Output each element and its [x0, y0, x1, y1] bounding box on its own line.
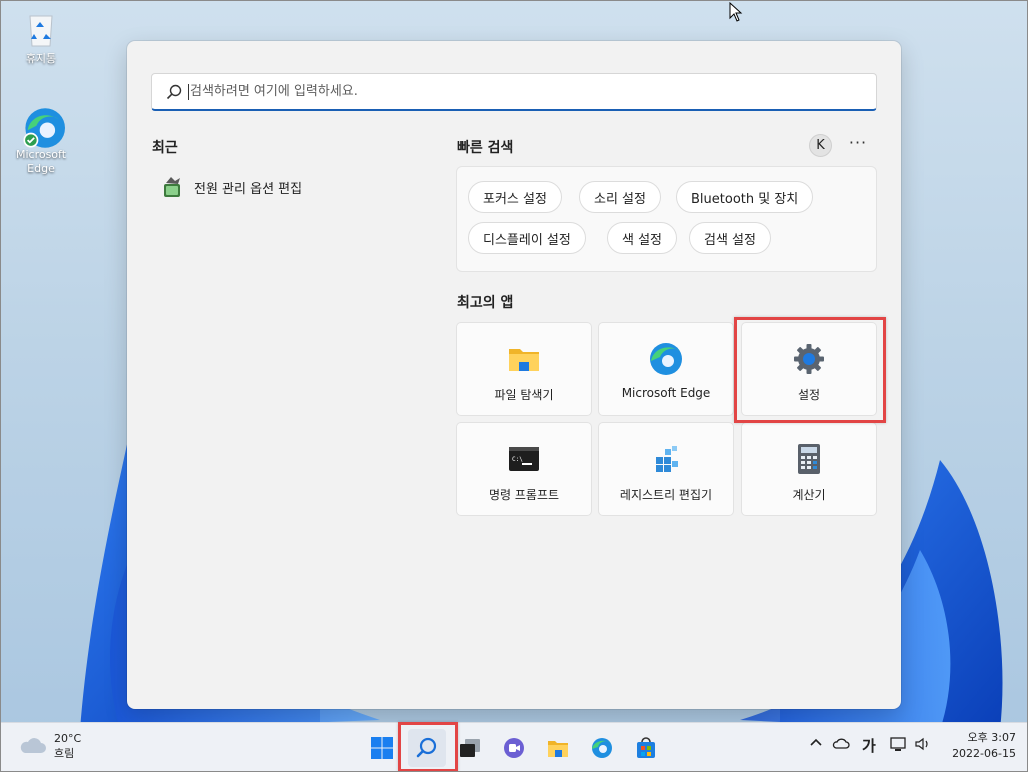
chat-icon: [504, 738, 524, 758]
registry-icon: [656, 446, 678, 472]
app-tile-label: 설정: [797, 388, 821, 402]
edge-icon: [21, 106, 65, 148]
file-explorer-button[interactable]: [539, 729, 577, 767]
app-tile-file-explorer[interactable]: 파일 탐색기: [456, 322, 592, 416]
taskbar: 20°C 흐림 가 오후 3:07 2022-06-15: [0, 722, 1028, 772]
task-view-icon: [460, 739, 480, 757]
clock[interactable]: 오후 3:07 2022-06-15: [942, 730, 1016, 762]
edge-icon: [592, 738, 612, 758]
desktop-icon-edge[interactable]: Microsoft Edge: [11, 106, 71, 176]
quick-search-box: 포커스 설정 소리 설정 Bluetooth 및 장치 디스플레이 설정 색 설…: [456, 166, 877, 272]
chat-button[interactable]: [495, 729, 533, 767]
taskbar-search-button[interactable]: [408, 729, 446, 767]
start-icon: [371, 737, 393, 759]
start-button[interactable]: [363, 729, 401, 767]
chip-color-settings[interactable]: 색 설정: [607, 222, 678, 254]
tray-overflow-button[interactable]: [809, 735, 823, 752]
desktop-icon-recycle-bin[interactable]: 휴지통: [11, 10, 71, 66]
task-view-button[interactable]: [451, 729, 489, 767]
chip-focus-settings[interactable]: 포커스 설정: [468, 181, 562, 213]
chevron-up-icon: [810, 738, 822, 746]
mouse-cursor-icon: [729, 2, 743, 22]
clock-time: 오후 3:07: [967, 731, 1016, 744]
app-tile-calculator[interactable]: 계산기: [741, 422, 877, 516]
recent-item-power-options[interactable]: 전원 관리 옵션 편집: [160, 174, 302, 200]
top-apps-heading: 최고의 앱: [457, 295, 514, 311]
network-button[interactable]: [890, 736, 908, 755]
app-tile-label: 파일 탐색기: [494, 388, 554, 402]
volume-button[interactable]: [914, 736, 932, 755]
more-options-button[interactable]: ···: [845, 133, 871, 157]
desktop-icon-label: 휴지통: [25, 52, 57, 65]
app-tile-label: 레지스트리 편집기: [619, 488, 713, 502]
app-tile-label: Microsoft Edge: [621, 386, 711, 400]
quick-search-heading: 빠른 검색: [457, 140, 514, 156]
clock-date: 2022-06-15: [952, 747, 1016, 760]
network-icon: [890, 737, 906, 751]
search-input[interactable]: [190, 84, 830, 99]
speaker-icon: [915, 737, 928, 751]
cloud-icon: [20, 738, 46, 753]
weather-condition: 흐림: [54, 747, 75, 760]
chip-search-settings[interactable]: 검색 설정: [689, 222, 771, 254]
search-box[interactable]: [151, 73, 877, 111]
recent-item-label: 전원 관리 옵션 편집: [194, 181, 303, 197]
file-explorer-icon: [548, 741, 568, 757]
app-tile-registry-editor[interactable]: 레지스트리 편집기: [598, 422, 734, 516]
app-tile-label: 명령 프롬프트: [488, 488, 560, 502]
text-caret: [188, 83, 189, 100]
desktop-icon-label: Microsoft Edge: [15, 148, 67, 175]
search-icon: [166, 84, 182, 99]
onedrive-icon: [832, 738, 850, 749]
app-tile-edge[interactable]: Microsoft Edge: [598, 322, 734, 416]
svg-text:C:\: C:\: [512, 456, 523, 463]
chip-sound-settings[interactable]: 소리 설정: [579, 181, 661, 213]
recent-heading: 최근: [152, 140, 178, 156]
weather-widget[interactable]: 20°C 흐림: [18, 731, 81, 761]
recycle-bin-icon: [21, 10, 61, 50]
gear-icon: [794, 344, 824, 374]
app-tile-command-prompt[interactable]: C:\ 명령 프롬프트: [456, 422, 592, 516]
account-avatar[interactable]: K: [809, 134, 832, 157]
search-icon: [416, 737, 437, 758]
search-panel: 최근 전원 관리 옵션 편집 빠른 검색 K ··· 포커스 설정 소리 설정 …: [127, 41, 901, 709]
store-icon: [637, 737, 655, 758]
chip-bluetooth-devices[interactable]: Bluetooth 및 장치: [676, 181, 814, 213]
store-button[interactable]: [627, 729, 665, 767]
onedrive-button[interactable]: [832, 736, 850, 753]
terminal-icon: C:\: [509, 447, 539, 471]
power-options-icon: [164, 177, 180, 197]
edge-taskbar-button[interactable]: [583, 729, 621, 767]
app-tile-settings[interactable]: 설정: [741, 322, 877, 416]
app-tile-label: 계산기: [792, 488, 826, 502]
ime-indicator[interactable]: 가: [862, 735, 876, 756]
folder-icon: [509, 349, 539, 371]
chip-display-settings[interactable]: 디스플레이 설정: [468, 222, 586, 254]
weather-temp: 20°C: [54, 732, 82, 745]
edge-icon: [650, 343, 682, 375]
calculator-icon: [798, 444, 820, 474]
